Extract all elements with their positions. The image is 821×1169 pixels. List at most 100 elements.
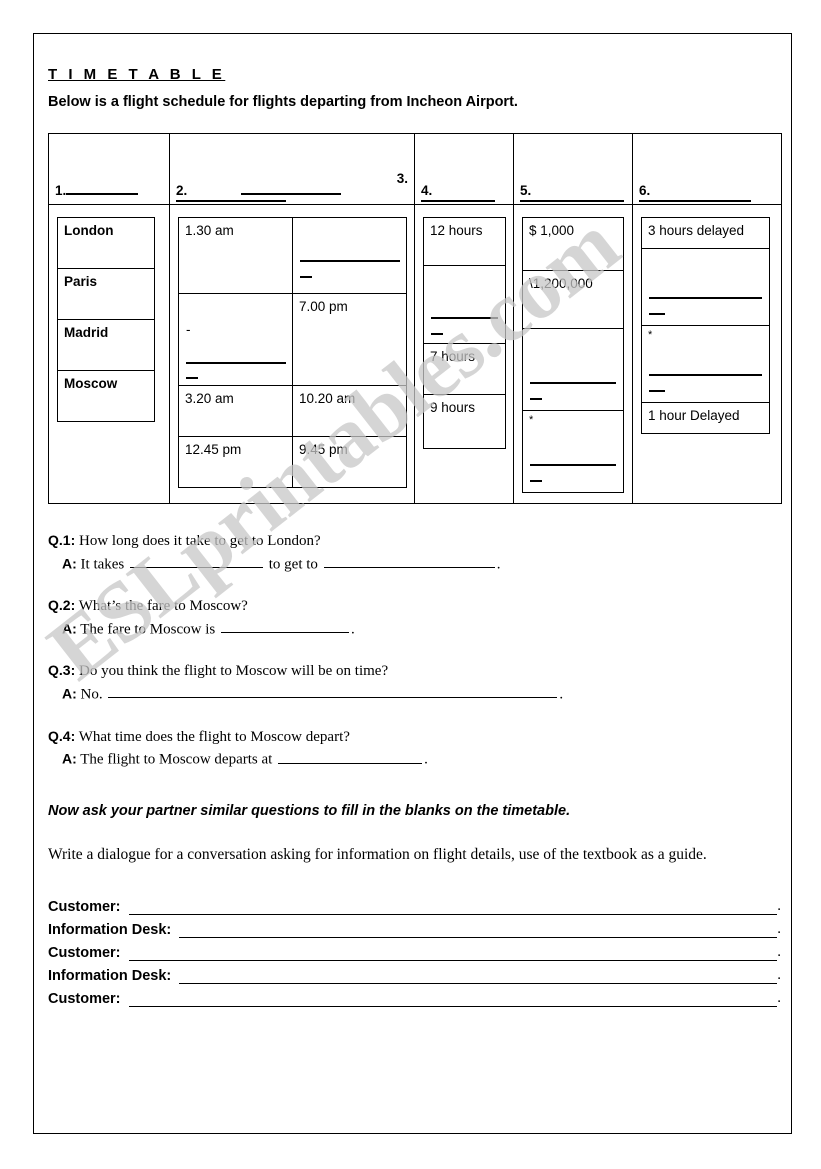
question-2-label: Q.2: [48,597,76,614]
departure-paris-blank[interactable]: - [178,292,293,386]
table-row: Madrid [57,318,155,371]
dialogue-speaker-2: Information Desk: [48,921,172,938]
blank-tick[interactable] [649,312,665,315]
answer-1-middle: to get to [268,555,318,572]
header-number-2: 2. [176,182,188,198]
header-number-5: 5. [520,182,532,198]
blank-line[interactable] [431,316,498,319]
blank-tick[interactable] [186,376,198,379]
fare-moscow-blank[interactable]: * [522,409,624,493]
blank-tick[interactable] [431,332,443,335]
dialogue-row-3: Customer: . [48,944,781,961]
question-4-label: Q.4: [48,727,76,744]
table-row: Moscow [57,369,155,422]
worksheet-content: T I M E T A B L E Below is a flight sche… [48,34,782,1013]
table-row [522,327,624,411]
answer-3-line: A: No. . [48,683,781,707]
question-4-text: What time does the flight to Moscow depa… [78,728,350,745]
blank-tick[interactable] [530,479,542,482]
answer-1-blank-a[interactable] [130,553,264,568]
blank-line[interactable] [649,373,762,376]
blank-line[interactable] [649,296,762,299]
table-row: 3.20 am 10.20 am [178,384,407,437]
dialogue-blank-3[interactable] [128,944,778,961]
header-label-4: 4. [421,183,507,198]
dialogue-section: Customer: . Information Desk: . Customer… [48,898,781,1007]
partner-task-instruction: Now ask your partner similar questions t… [48,802,571,819]
table-row: * [641,324,770,403]
table-row: 7 hours [423,342,506,395]
questions-section: Q.1: How long does it take to get to Lon… [48,530,781,772]
dialogue-blank-2[interactable] [179,921,778,938]
answer-1-line: A: It takes to get to . [48,553,781,577]
blank-line[interactable] [300,259,400,262]
header-number-6: 6. [639,182,651,198]
answer-1-prefix: It takes [80,555,125,572]
answer-3-blank[interactable] [108,683,558,699]
table-row: 12 hours [423,216,506,266]
answer-2-blank[interactable] [220,618,349,634]
dialogue-period-4: . [777,966,781,983]
answer-4-prefix: The flight to Moscow departs at [80,751,273,768]
dialogue-blank-4[interactable] [179,967,778,984]
dialogue-row-1: Customer: . [48,898,781,915]
destination-moscow: Moscow [57,369,155,422]
header-blank-4[interactable] [421,199,495,202]
fare-madrid-blank[interactable] [522,327,624,411]
header-cell-2: 2. 3. [169,132,415,205]
status-madrid-blank[interactable]: * [641,324,770,403]
blank-tick[interactable] [530,397,542,400]
fare-london: $ 1,000 [522,216,624,271]
header-blank-5[interactable] [520,199,624,202]
answer-2-label: A: [62,620,77,637]
header-blank-6[interactable] [639,199,751,202]
dialogue-speaker-3: Customer: [48,944,121,961]
answer-4-label: A: [62,750,77,767]
question-4-line: Q.4: What time does the flight to Moscow… [48,726,781,749]
dialogue-row-4: Information Desk: . [48,967,781,984]
question-block-4: Q.4: What time does the flight to Moscow… [48,726,781,772]
dialogue-speaker-5: Customer: [48,990,121,1007]
blank-tick[interactable] [649,389,665,392]
question-1-line: Q.1: How long does it take to get to Lon… [48,530,781,553]
answer-4-blank[interactable] [278,748,423,764]
blank-line[interactable] [530,463,616,466]
destination-london: London [57,216,155,269]
dialogue-row-2: Information Desk: . [48,921,781,938]
blank-line[interactable] [186,361,286,364]
departure-moscow: 12.45 pm [178,435,293,488]
asterisk-icon: * [648,328,653,341]
table-row: 1.30 am [178,216,407,294]
header-blank-2[interactable] [241,183,342,195]
duration-column: 12 hours 7 hours 9 hours [414,203,514,504]
table-row: 9 hours [423,393,506,449]
answer-3-prefix: No. [80,686,103,703]
table-row [641,247,770,326]
question-3-label: Q.3: [48,662,76,679]
destination-column: London Paris Madrid Moscow [48,203,170,504]
fare-column: $ 1,000 \1,200,000 * [513,203,633,504]
timetable-body-row: London Paris Madrid Moscow 1.30 am - 7.0… [48,203,782,504]
page-title: T I M E T A B L E [48,66,226,83]
dialogue-period-3: . [777,943,781,960]
asterisk-icon: * [529,413,534,426]
dialogue-blank-1[interactable] [128,898,778,915]
answer-1-blank-b[interactable] [323,553,495,568]
arrival-london-blank[interactable] [292,216,407,294]
header-blank-1[interactable] [66,183,139,195]
dialogue-period-1: . [777,897,781,914]
table-row: \1,200,000 [522,269,624,329]
header-blank-3[interactable] [176,199,286,202]
header-label-6: 6. [639,183,775,198]
departure-madrid: 3.20 am [178,384,293,437]
blank-line[interactable] [530,381,616,384]
duration-paris-blank[interactable] [423,264,506,344]
table-row: 1 hour Delayed [641,401,770,434]
header-label-5: 5. [520,183,626,198]
dialogue-blank-5[interactable] [128,990,778,1007]
timetable-header-row: 1. 2. 3. 4. 5. 6. [48,132,782,205]
blank-tick[interactable] [300,275,312,278]
table-row: 12.45 pm 9.45 pm [178,435,407,488]
question-block-2: Q.2: What’s the fare to Moscow? A: The f… [48,595,781,641]
status-paris-blank[interactable] [641,247,770,326]
